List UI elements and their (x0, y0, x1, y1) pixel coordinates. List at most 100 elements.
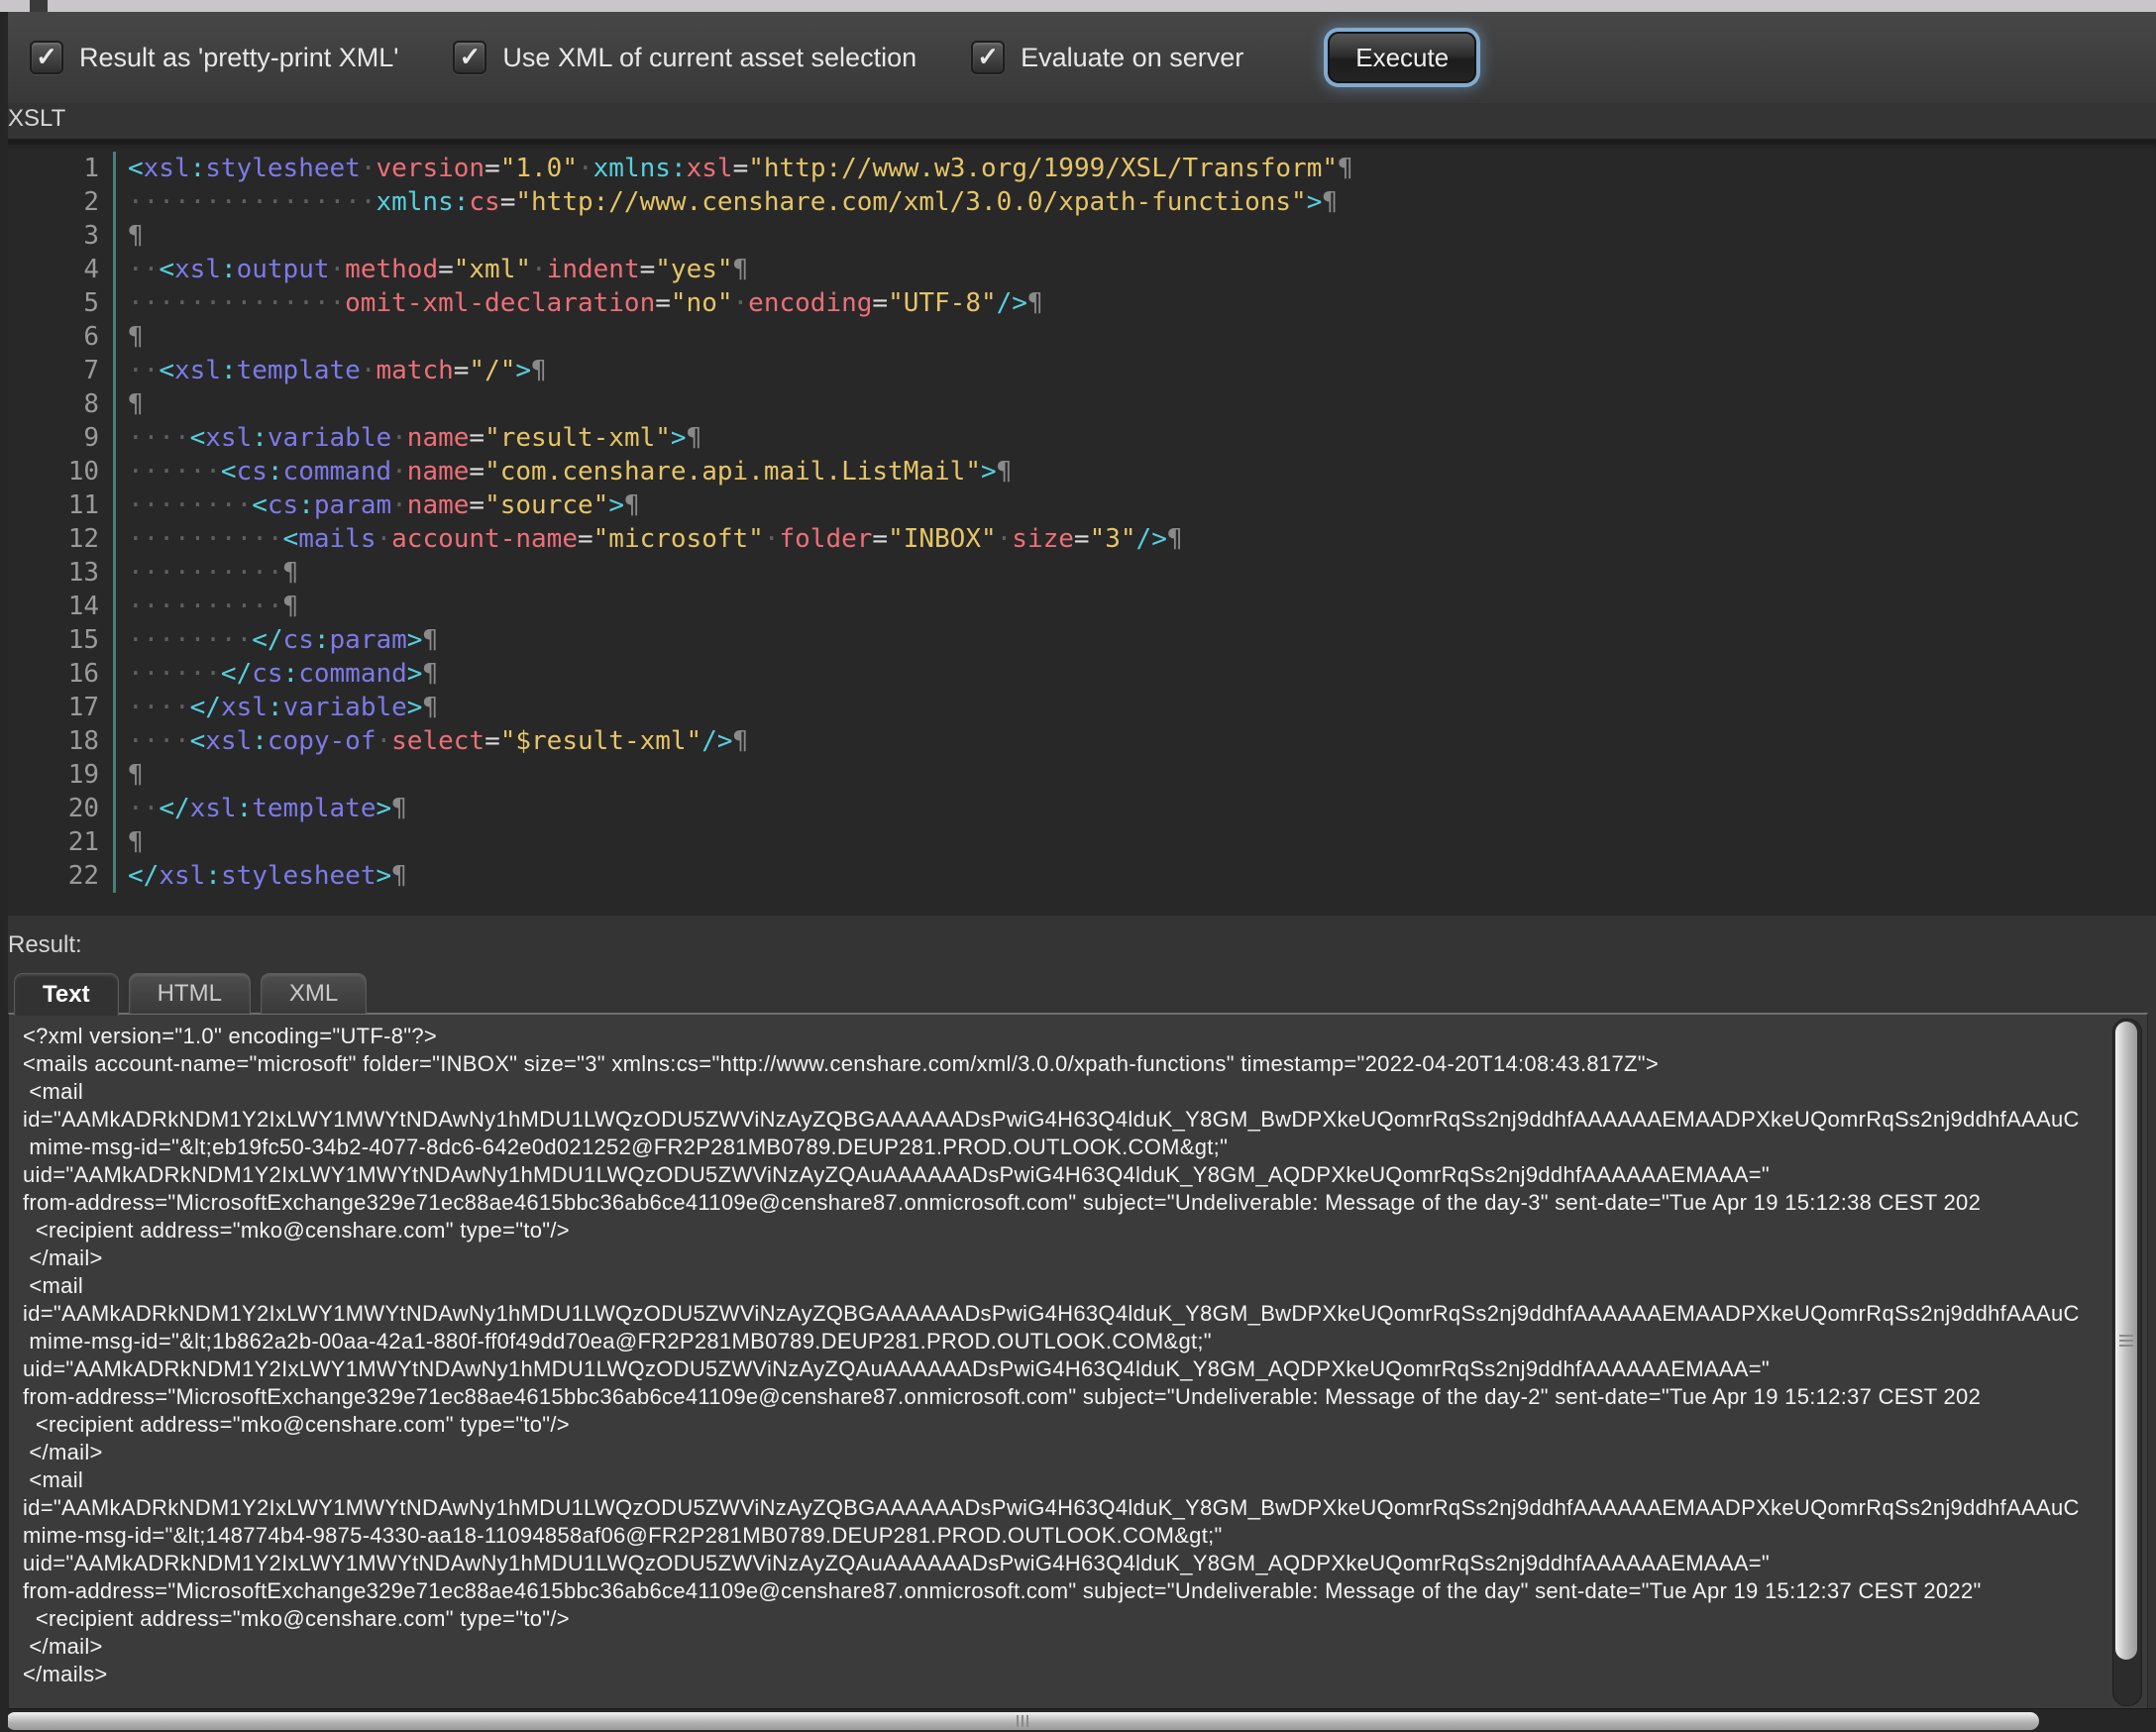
code-line: 11········<cs:param·name="source">¶ (0, 488, 2156, 522)
code-line-text: ················xmlns:cs="http://www.cen… (116, 185, 1338, 219)
code-line-text: ¶ (116, 758, 144, 792)
line-number: 14 (0, 590, 116, 623)
code-line: 19¶ (0, 758, 2156, 792)
evaluate-checkbox[interactable]: ✓ (971, 41, 1005, 74)
code-line-text: ········<cs:param·name="source">¶ (116, 488, 640, 522)
code-line-text: <xsl:stylesheet·version="1.0"·xmlns:xsl=… (116, 152, 1353, 185)
line-number: 2 (0, 185, 116, 219)
code-line: 10······<cs:command·name="com.censhare.a… (0, 455, 2156, 488)
code-line: 18····<xsl:copy-of·select="$result-xml"/… (0, 724, 2156, 758)
code-line-text: ····<xsl:variable·name="result-xml">¶ (116, 421, 701, 455)
checkbox-label: Use XML of current asset selection (502, 43, 916, 73)
code-line: 17····</xsl:variable>¶ (0, 691, 2156, 724)
code-line-text: ····<xsl:copy-of·select="$result-xml"/>¶ (116, 724, 748, 758)
line-number: 18 (0, 724, 116, 758)
checkbox-pretty-print-xml[interactable]: ✓ Result as 'pretty-print XML' (30, 41, 398, 74)
horizontal-scrollbar-thumb[interactable] (6, 1712, 2039, 1730)
code-line: 20··</xsl:template>¶ (0, 792, 2156, 825)
line-number: 4 (0, 253, 116, 286)
xslt-code: 1<xsl:stylesheet·version="1.0"·xmlns:xsl… (0, 152, 2156, 893)
code-line-text: ····</xsl:variable>¶ (116, 691, 438, 724)
tab-html[interactable]: HTML (129, 973, 251, 1014)
xslt-section-label: XSLT (8, 105, 65, 133)
code-line: 13··········¶ (0, 556, 2156, 590)
code-line: 12··········<mails·account-name="microso… (0, 522, 2156, 556)
checkmark-icon: ✓ (36, 44, 57, 69)
scrollbar-grip-icon (2119, 1335, 2133, 1347)
vertical-scrollbar[interactable] (2112, 1019, 2142, 1706)
window-top-strip (0, 0, 2156, 12)
code-line: 7··<xsl:template·match="/">¶ (0, 354, 2156, 387)
line-number: 22 (0, 859, 116, 893)
code-line-text: ··</xsl:template>¶ (116, 792, 407, 825)
code-line: 9····<xsl:variable·name="result-xml">¶ (0, 421, 2156, 455)
code-line-text: ··········¶ (116, 556, 298, 590)
code-line-text: ¶ (116, 219, 144, 253)
code-line: 22</xsl:stylesheet>¶ (0, 859, 2156, 893)
line-number: 8 (0, 387, 116, 421)
checkbox-use-xml-asset-selection[interactable]: ✓ Use XML of current asset selection (453, 41, 916, 74)
line-number: 9 (0, 421, 116, 455)
scrollbar-grip-icon (1017, 1715, 1028, 1727)
line-number: 20 (0, 792, 116, 825)
code-line: 4··<xsl:output·method="xml"·indent="yes"… (0, 253, 2156, 286)
line-number: 10 (0, 455, 116, 488)
code-line: 8¶ (0, 387, 2156, 421)
code-line-text: ··············omit-xml-declaration="no"·… (116, 286, 1043, 320)
line-number: 12 (0, 522, 116, 556)
tab-text[interactable]: Text (14, 973, 119, 1016)
code-line-text: ········</cs:param>¶ (116, 623, 438, 657)
checkmark-icon: ✓ (977, 44, 999, 69)
code-line: 21¶ (0, 825, 2156, 859)
checkbox-label: Result as 'pretty-print XML' (79, 43, 398, 73)
line-number: 19 (0, 758, 116, 792)
line-number: 1 (0, 152, 116, 185)
line-number: 3 (0, 219, 116, 253)
line-number: 21 (0, 825, 116, 859)
line-number: 11 (0, 488, 116, 522)
code-line: 3¶ (0, 219, 2156, 253)
xslt-tool-window: ✓ Result as 'pretty-print XML' ✓ Use XML… (0, 0, 2156, 1732)
line-number: 7 (0, 354, 116, 387)
result-tabs: TextHTMLXML (14, 973, 367, 1013)
result-text: <?xml version="1.0" encoding="UTF-8"?> <… (23, 1023, 2103, 1702)
result-panel[interactable]: <?xml version="1.0" encoding="UTF-8"?> <… (8, 1013, 2148, 1708)
code-line: 6¶ (0, 320, 2156, 354)
code-line-text: ··<xsl:template·match="/">¶ (116, 354, 547, 387)
checkmark-icon: ✓ (460, 44, 482, 69)
checkbox-evaluate-on-server[interactable]: ✓ Evaluate on server (971, 41, 1243, 74)
use-xml-checkbox[interactable]: ✓ (453, 41, 486, 74)
code-line: 14··········¶ (0, 590, 2156, 623)
line-number: 13 (0, 556, 116, 590)
result-section-label: Result: (8, 931, 82, 959)
vertical-scrollbar-thumb[interactable] (2115, 1022, 2137, 1660)
code-line: 1<xsl:stylesheet·version="1.0"·xmlns:xsl… (0, 152, 2156, 185)
code-line-text: ··········<mails·account-name="microsoft… (116, 522, 1183, 556)
xslt-code-editor[interactable]: 1<xsl:stylesheet·version="1.0"·xmlns:xsl… (0, 139, 2156, 916)
code-line-text: ··<xsl:output·method="xml"·indent="yes"¶ (116, 253, 748, 286)
code-line-text: ··········¶ (116, 590, 298, 623)
code-line-text: ¶ (116, 825, 144, 859)
horizontal-scrollbar[interactable] (0, 1708, 2156, 1732)
code-line: 2················xmlns:cs="http://www.ce… (0, 185, 2156, 219)
execute-button[interactable]: Execute (1328, 32, 1476, 83)
line-number: 5 (0, 286, 116, 320)
code-line-text: </xsl:stylesheet>¶ (116, 859, 407, 893)
checkbox-label: Evaluate on server (1021, 43, 1243, 73)
toolbar: ✓ Result as 'pretty-print XML' ✓ Use XML… (0, 12, 2156, 103)
tab-xml[interactable]: XML (261, 973, 367, 1014)
line-number: 17 (0, 691, 116, 724)
top-strip-notch (30, 0, 48, 12)
line-number: 15 (0, 623, 116, 657)
code-line-text: ······<cs:command·name="com.censhare.api… (116, 455, 1012, 488)
code-line: 15········</cs:param>¶ (0, 623, 2156, 657)
code-line: 16······</cs:command>¶ (0, 657, 2156, 691)
pretty-print-checkbox[interactable]: ✓ (30, 41, 63, 74)
code-line-text: ¶ (116, 387, 144, 421)
window-left-border (0, 12, 8, 1732)
line-number: 16 (0, 657, 116, 691)
code-line-text: ¶ (116, 320, 144, 354)
line-number: 6 (0, 320, 116, 354)
code-line-text: ······</cs:command>¶ (116, 657, 438, 691)
code-line: 5··············omit-xml-declaration="no"… (0, 286, 2156, 320)
